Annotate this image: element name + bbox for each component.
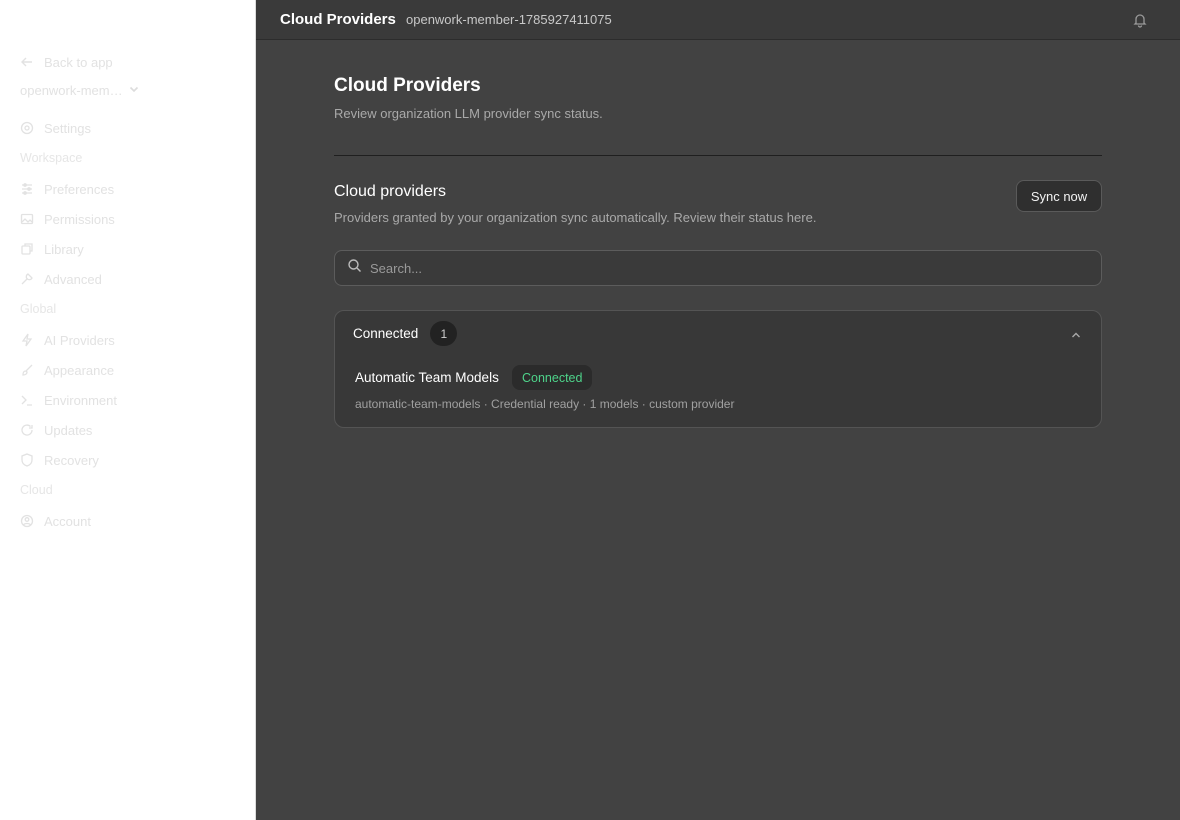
sidebar-item-permissions[interactable]: Permissions [20,209,115,229]
chevron-up-icon[interactable] [1069,328,1083,342]
workspace-switcher[interactable]: openwork-member-17859274... [20,83,236,98]
sidebar-item-preferences[interactable]: Preferences [20,179,114,199]
page-subtitle: Review organization LLM provider sync st… [334,106,603,121]
sliders-icon [20,182,34,196]
terminal-icon [20,393,34,407]
sidebar-item-label: Environment [44,392,117,408]
sidebar-item-label: Settings [44,120,91,136]
sidebar-item-library[interactable]: Library [20,239,84,259]
status-badge: Connected [512,365,593,390]
divider [334,155,1102,156]
search-input[interactable] [370,260,1070,276]
top-bar-title: Cloud Providers [280,11,396,28]
shield-icon [20,453,34,467]
bell-icon[interactable] [1132,12,1148,28]
sidebar-section-global: Global [20,302,57,316]
brush-icon [20,363,34,377]
sidebar-item-label: Advanced [44,271,102,287]
page-title: Cloud Providers [334,75,481,96]
bolt-icon [20,333,34,347]
group-header[interactable]: Connected 1 [353,321,458,346]
chevron-down-icon [128,83,236,98]
search-box[interactable] [334,250,1102,286]
arrow-left-icon [20,55,34,69]
user-circle-icon [20,514,34,528]
gear-icon [20,121,34,135]
connected-group: Connected 1 Automatic Team Models Connec… [334,310,1102,428]
sidebar-item-environment[interactable]: Environment [20,390,117,410]
search-icon [347,258,362,278]
provider-name: Automatic Team Models [355,370,499,385]
workspace-name: openwork-member-17859274... [20,83,128,98]
puzzle-icon [20,242,34,256]
back-to-app-label: Back to app [44,54,113,70]
sidebar-section-cloud: Cloud [20,483,53,497]
sidebar-item-appearance[interactable]: Appearance [20,360,114,380]
sidebar-item-settings[interactable]: Settings [20,118,91,138]
section-title: Cloud providers [334,183,447,200]
section-subtitle: Providers granted by your organization s… [334,210,817,225]
top-bar-workspace: openwork-member-1785927411075 [406,12,612,27]
top-bar: Cloud Providers openwork-member-17859274… [256,0,1180,40]
sidebar-item-ai-providers[interactable]: AI Providers [20,330,115,350]
refresh-icon [20,423,34,437]
sidebar-item-recovery[interactable]: Recovery [20,450,99,470]
sidebar-item-label: Recovery [44,452,99,468]
image-icon [20,212,34,226]
sidebar-item-label: Appearance [44,362,115,378]
sidebar-item-label: Library [44,241,84,257]
sidebar-item-account[interactable]: Account [20,511,91,531]
count-badge: 1 [430,321,458,346]
group-label: Connected [353,326,419,341]
provider-meta: automatic-team-models · Credential ready… [355,397,735,411]
sidebar-section-workspace: Workspace [20,151,83,165]
sidebar-item-label: Preferences [44,181,115,197]
sidebar-item-updates[interactable]: Updates [20,420,92,440]
sidebar-item-label: Updates [44,422,93,438]
sidebar-item-advanced[interactable]: Advanced [20,269,102,289]
sync-now-button[interactable]: Sync now [1016,180,1102,212]
back-to-app-link[interactable]: Back to app [20,52,113,72]
wrench-icon [20,272,34,286]
sidebar-item-label: AI Providers [44,332,115,348]
sidebar-item-label: Permissions [44,211,115,227]
main-content: Cloud Providers Review organization LLM … [256,40,1180,820]
sidebar: Back to app openwork-member-17859274... … [0,0,256,820]
sidebar-item-label: Account [44,513,91,529]
